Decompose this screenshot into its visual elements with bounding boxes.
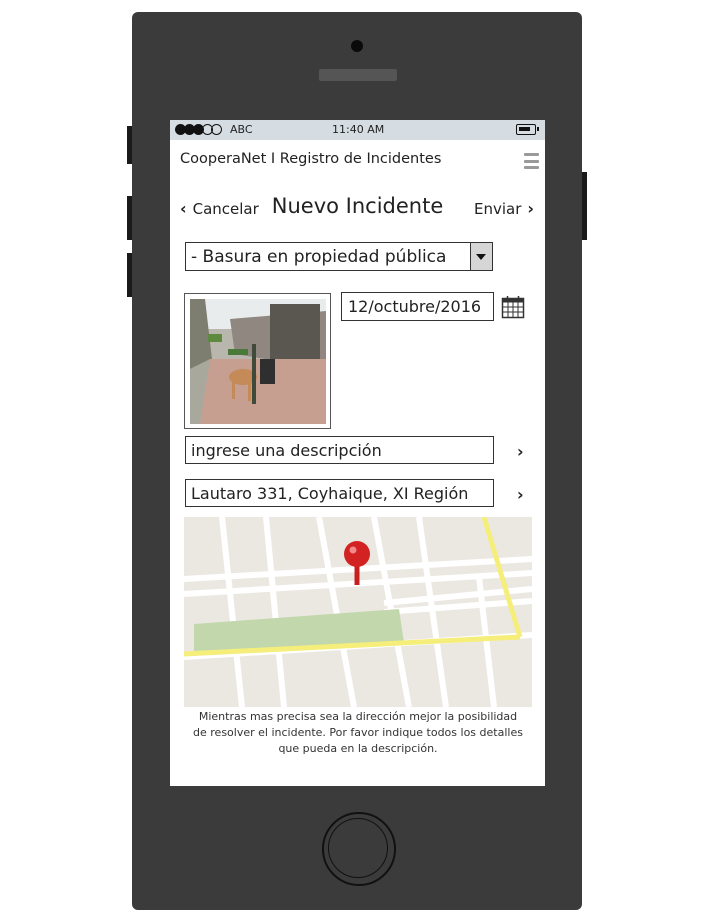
chevron-right-icon[interactable]: › <box>517 442 524 461</box>
signal-strength-icon <box>175 124 222 135</box>
volume-up-button[interactable] <box>127 196 132 240</box>
hamburger-menu-icon[interactable] <box>524 153 539 169</box>
chevron-right-icon: › <box>527 199 534 218</box>
hint-line: que pueda en la descripción. <box>278 742 438 755</box>
phone-screen: ABC 11:40 AM CooperaNet I Registro de In… <box>170 120 545 786</box>
mute-switch[interactable] <box>127 126 132 164</box>
photo-image <box>190 299 326 424</box>
chevron-right-icon[interactable]: › <box>517 485 524 504</box>
carrier-name: ABC <box>230 123 253 136</box>
incident-photo[interactable] <box>184 293 331 429</box>
cancel-label: Cancelar <box>192 200 259 218</box>
category-select[interactable]: - Basura en propiedad pública <box>185 242 493 271</box>
camera-icon <box>351 40 363 52</box>
date-value: 12/octubre/2016 <box>348 297 482 316</box>
send-label: Enviar <box>474 200 522 218</box>
battery-icon <box>516 124 539 135</box>
location-map[interactable] <box>184 517 532 707</box>
hint-line: de resolver el incidente. Por favor indi… <box>193 726 523 739</box>
address-input[interactable]: Lautaro 331, Coyhaique, XI Región <box>185 479 494 507</box>
chevron-left-icon: ‹ <box>180 199 187 218</box>
power-button[interactable] <box>582 172 587 240</box>
status-bar: ABC 11:40 AM <box>170 120 545 140</box>
send-button[interactable]: Enviar › <box>474 200 534 218</box>
address-value: Lautaro 331, Coyhaique, XI Región <box>191 484 469 503</box>
speaker-grille <box>319 69 397 81</box>
app-title: CooperaNet I Registro de Incidentes <box>180 151 442 167</box>
home-button[interactable] <box>322 812 396 886</box>
description-placeholder: ingrese una descripción <box>191 441 382 460</box>
status-time: 11:40 AM <box>332 123 385 136</box>
calendar-icon[interactable] <box>501 295 525 319</box>
dropdown-arrow-icon[interactable] <box>470 243 492 270</box>
description-input[interactable]: ingrese una descripción <box>185 436 494 464</box>
category-selected-value: - Basura en propiedad pública <box>191 247 447 267</box>
address-hint-text: Mientras mas precisa sea la dirección me… <box>178 709 538 757</box>
nav-bar: Nuevo Incidente ‹ Cancelar Enviar › <box>170 192 545 224</box>
hint-line: Mientras mas precisa sea la dirección me… <box>198 710 518 723</box>
volume-down-button[interactable] <box>127 253 132 297</box>
cancel-button[interactable]: ‹ Cancelar <box>180 200 259 218</box>
date-input[interactable]: 12/octubre/2016 <box>341 292 494 321</box>
